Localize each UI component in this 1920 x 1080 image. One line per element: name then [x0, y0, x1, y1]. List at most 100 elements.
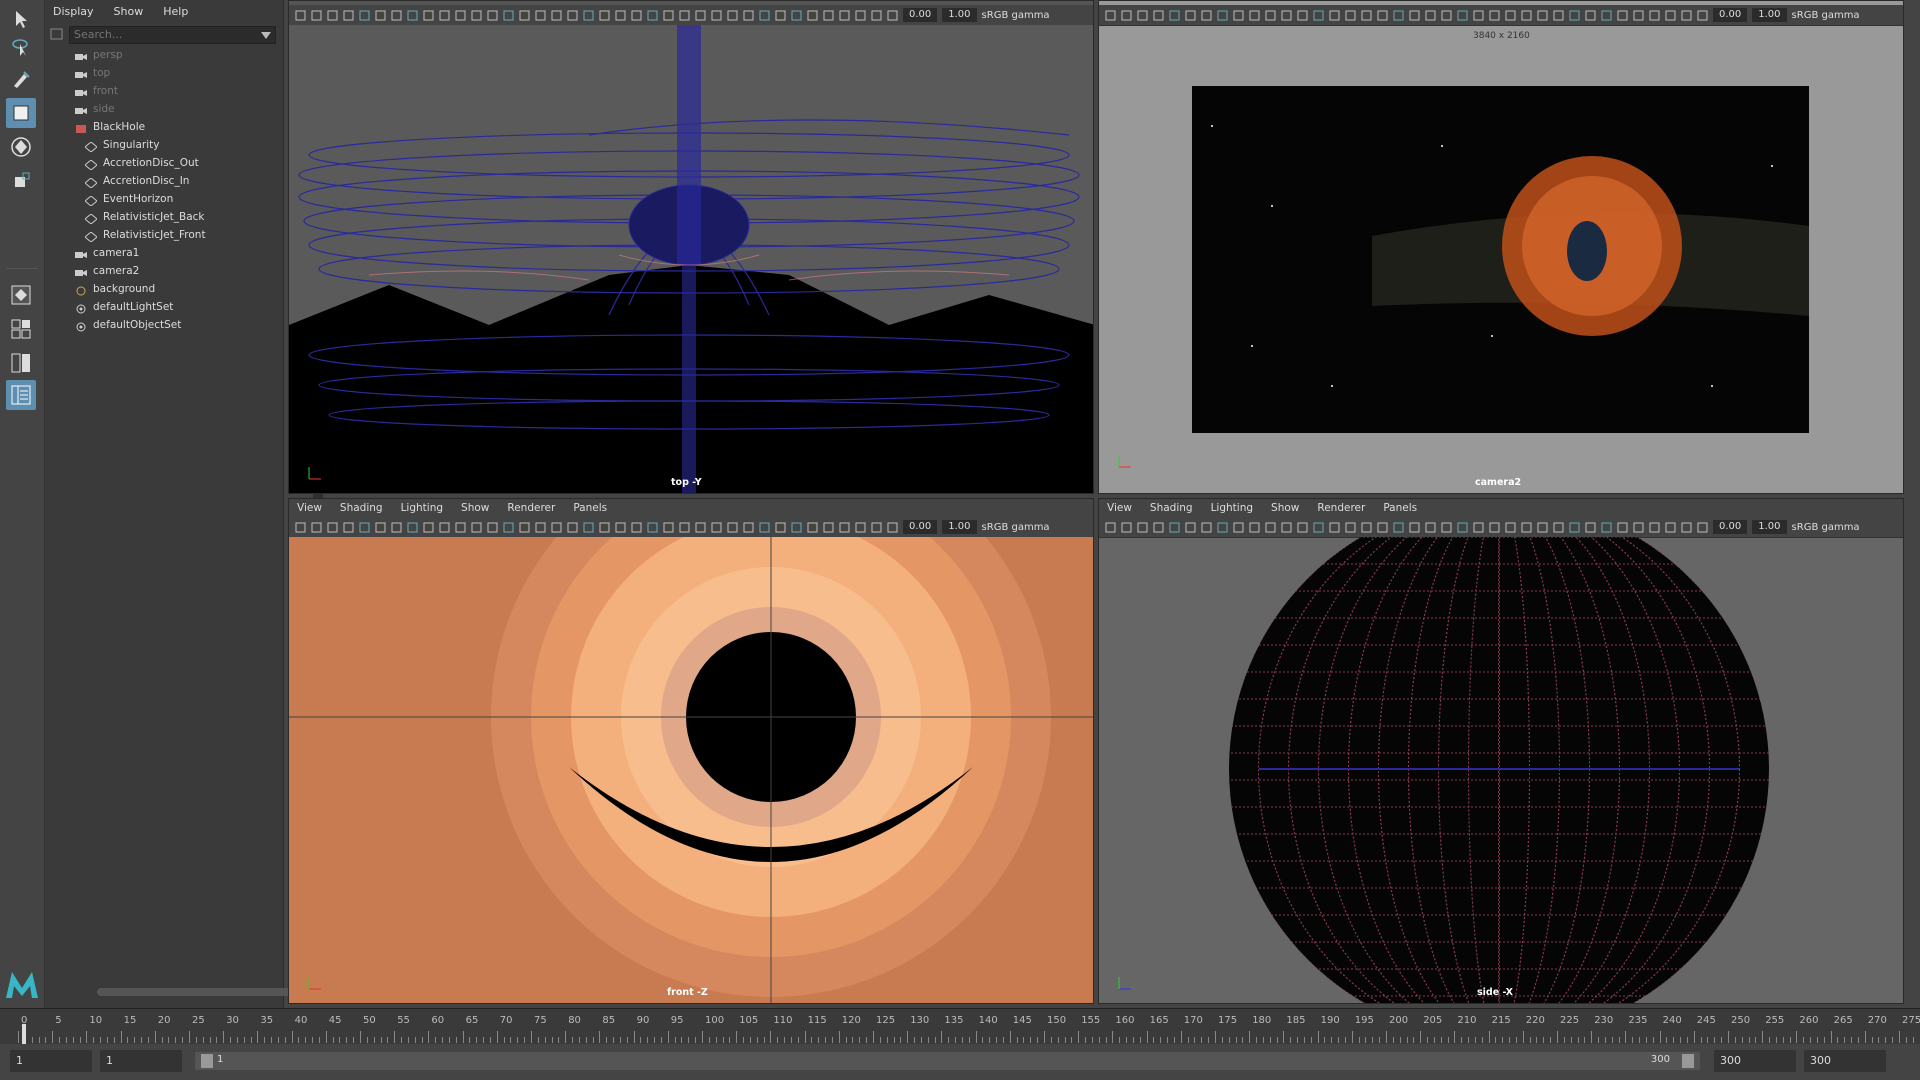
toolbar-button-icon[interactable] — [1553, 10, 1564, 21]
toolbar-button-icon[interactable] — [1137, 10, 1148, 21]
toolbar-button-icon[interactable] — [1313, 522, 1324, 533]
toolbar-button-icon[interactable] — [1505, 10, 1516, 21]
single-pane-icon[interactable] — [6, 280, 36, 310]
start-time-field[interactable]: 1 — [10, 1050, 92, 1072]
toolbar-button-icon[interactable] — [1521, 10, 1532, 21]
viewport-top[interactable]: 0.00 1.00 sRGB gamma top -Y — [288, 0, 1094, 494]
menu-panels[interactable]: Panels — [573, 502, 607, 514]
toolbar-button-icon[interactable] — [1473, 522, 1484, 533]
toolbar-button-icon[interactable] — [839, 10, 850, 21]
menu-view[interactable]: View — [1107, 502, 1132, 514]
toolbar-button-icon[interactable] — [1601, 522, 1612, 533]
gamma-field[interactable]: 1.00 — [942, 8, 977, 22]
toolbar-button-icon[interactable] — [1617, 522, 1628, 533]
toolbar-button-icon[interactable] — [823, 522, 834, 533]
exposure-field[interactable]: 0.00 — [903, 8, 938, 22]
toolbar-button-icon[interactable] — [1489, 522, 1500, 533]
toolbar-button-icon[interactable] — [871, 522, 882, 533]
toolbar-button-icon[interactable] — [727, 10, 738, 21]
range-slider-end-handle[interactable] — [1682, 1054, 1694, 1068]
toolbar-button-icon[interactable] — [647, 522, 658, 533]
color-space-label[interactable]: sRGB gamma — [982, 10, 1050, 21]
toolbar-button-icon[interactable] — [631, 522, 642, 533]
toolbar-button-icon[interactable] — [599, 522, 610, 533]
exposure-field[interactable]: 0.00 — [903, 520, 938, 534]
menu-show[interactable]: Show — [461, 502, 489, 514]
current-frame-marker[interactable] — [22, 1024, 26, 1044]
toolbar-button-icon[interactable] — [743, 10, 754, 21]
toolbar-button-icon[interactable] — [1361, 10, 1372, 21]
toolbar-button-icon[interactable] — [1521, 522, 1532, 533]
toolbar-button-icon[interactable] — [311, 522, 322, 533]
toolbar-button-icon[interactable] — [343, 10, 354, 21]
search-dropdown-icon[interactable] — [261, 30, 271, 43]
outliner-item[interactable]: front — [75, 82, 118, 100]
outliner-item[interactable]: AccretionDisc_In — [84, 172, 189, 190]
outliner-item[interactable]: defaultObjectSet — [75, 316, 181, 334]
toolbar-button-icon[interactable] — [791, 10, 802, 21]
menu-lighting[interactable]: Lighting — [401, 502, 443, 514]
toolbar-button-icon[interactable] — [359, 10, 370, 21]
toolbar-button-icon[interactable] — [855, 10, 866, 21]
outliner-menu-help[interactable]: Help — [163, 5, 188, 18]
toolbar-button-icon[interactable] — [615, 522, 626, 533]
toolbar-button-icon[interactable] — [711, 522, 722, 533]
toolbar-button-icon[interactable] — [1633, 522, 1644, 533]
toolbar-button-icon[interactable] — [887, 10, 898, 21]
toolbar-button-icon[interactable] — [1297, 522, 1308, 533]
toolbar-button-icon[interactable] — [679, 10, 690, 21]
toolbar-button-icon[interactable] — [1233, 10, 1244, 21]
time-slider[interactable]: 0 5 10 15 20 25 30 35 40 45 50 55 60 65 70 75 80 85 90 95 10… — [0, 1008, 1920, 1045]
toolbar-button-icon[interactable] — [423, 10, 434, 21]
toolbar-button-icon[interactable] — [1281, 10, 1292, 21]
toolbar-button-icon[interactable] — [471, 522, 482, 533]
menu-renderer[interactable]: Renderer — [1317, 502, 1365, 514]
toolbar-button-icon[interactable] — [407, 522, 418, 533]
toolbar-button-icon[interactable] — [359, 522, 370, 533]
toolbar-button-icon[interactable] — [375, 522, 386, 533]
toolbar-button-icon[interactable] — [1201, 522, 1212, 533]
paint-tool-icon[interactable] — [6, 64, 36, 94]
outliner-item[interactable]: persp — [75, 46, 123, 64]
toolbar-button-icon[interactable] — [1249, 10, 1260, 21]
menu-lighting[interactable]: Lighting — [1211, 502, 1253, 514]
scale-tool-icon[interactable] — [6, 166, 36, 196]
toolbar-button-icon[interactable] — [1617, 10, 1628, 21]
toolbar-button-icon[interactable] — [1169, 522, 1180, 533]
outliner-item[interactable]: side — [75, 100, 115, 118]
toolbar-button-icon[interactable] — [663, 10, 674, 21]
toolbar-button-icon[interactable] — [1409, 522, 1420, 533]
toolbar-button-icon[interactable] — [1425, 10, 1436, 21]
menu-shading[interactable]: Shading — [340, 502, 383, 514]
toolbar-button-icon[interactable] — [807, 522, 818, 533]
toolbar-button-icon[interactable] — [1121, 10, 1132, 21]
gamma-field[interactable]: 1.00 — [1752, 8, 1787, 22]
toolbar-button-icon[interactable] — [871, 10, 882, 21]
outliner-item[interactable]: defaultLightSet — [75, 298, 173, 316]
range-slider[interactable]: 1 300 — [195, 1052, 1700, 1070]
toolbar-button-icon[interactable] — [471, 10, 482, 21]
toolbar-button-icon[interactable] — [1665, 522, 1676, 533]
outliner-layout-icon[interactable] — [6, 380, 36, 410]
toolbar-button-icon[interactable] — [1505, 522, 1516, 533]
toolbar-button-icon[interactable] — [1345, 10, 1356, 21]
outliner-item[interactable]: EventHorizon — [84, 190, 173, 208]
gamma-field[interactable]: 1.00 — [1752, 520, 1787, 534]
menu-panels[interactable]: Panels — [1383, 502, 1417, 514]
toolbar-button-icon[interactable] — [647, 10, 658, 21]
toolbar-button-icon[interactable] — [775, 10, 786, 21]
toolbar-button-icon[interactable] — [327, 10, 338, 21]
toolbar-button-icon[interactable] — [519, 522, 530, 533]
move-tool-icon[interactable] — [6, 98, 36, 128]
toolbar-button-icon[interactable] — [663, 522, 674, 533]
color-space-label[interactable]: sRGB gamma — [982, 522, 1050, 533]
toolbar-button-icon[interactable] — [1153, 522, 1164, 533]
outliner-search-input[interactable] — [70, 27, 258, 42]
toolbar-button-icon[interactable] — [1265, 522, 1276, 533]
toolbar-button-icon[interactable] — [775, 522, 786, 533]
outliner-item[interactable]: RelativisticJet_Back — [84, 208, 205, 226]
toolbar-button-icon[interactable] — [1569, 10, 1580, 21]
toolbar-button-icon[interactable] — [391, 10, 402, 21]
toolbar-button-icon[interactable] — [327, 522, 338, 533]
toolbar-button-icon[interactable] — [1121, 522, 1132, 533]
